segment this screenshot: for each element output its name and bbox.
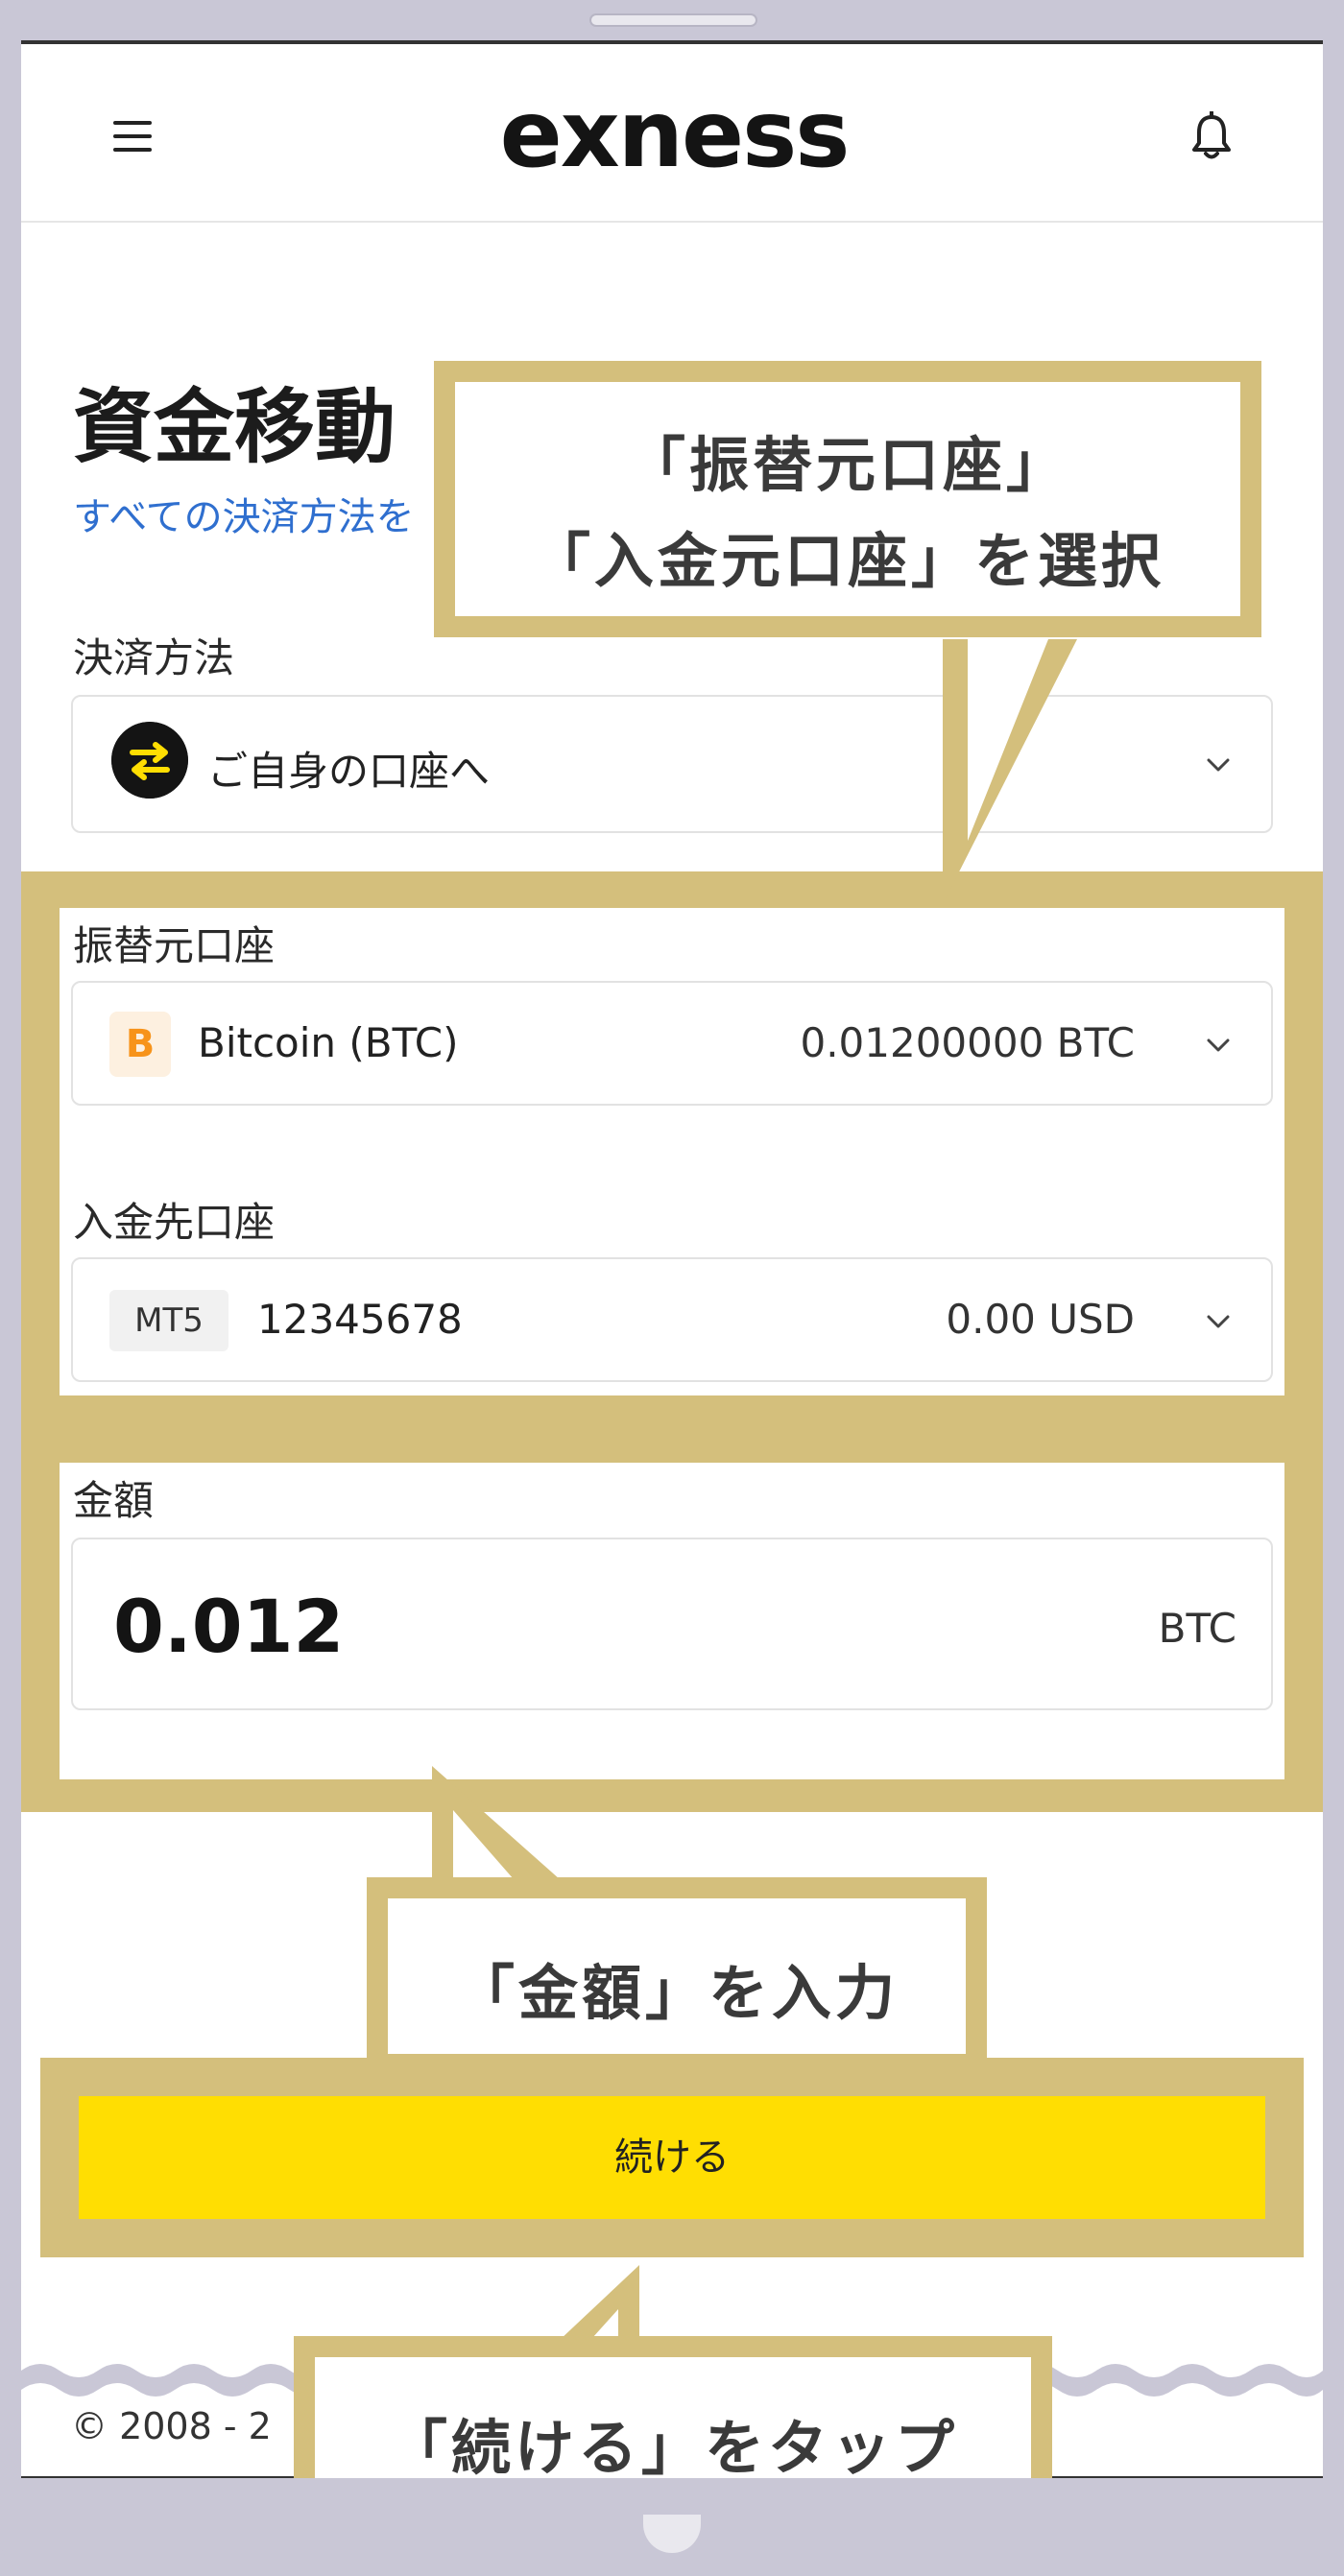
hamburger-menu-icon[interactable] (113, 121, 152, 152)
payment-method-value: ご自身の口座へ (207, 748, 491, 795)
callout-text-tap: 「続ける」をタップ (387, 2413, 958, 2478)
callout-pointer (943, 639, 1077, 904)
from-account-select[interactable]: B Bitcoin (BTC) 0.01200000 BTC (71, 981, 1273, 1106)
to-account-balance: 0.00 USD (946, 1296, 1135, 1343)
app-screen: exness 資金移動 すべての決済方法を 決済方法 ご自身の口座へ 振替元口座… (21, 40, 1323, 2478)
exness-logo[interactable]: exness (472, 86, 876, 182)
app-header: exness (21, 44, 1323, 223)
phone-home-button (643, 2515, 701, 2553)
callout-pointer (432, 1766, 568, 1887)
enter-amount-callout: 「金額」を入力 (367, 1877, 987, 2075)
chevron-down-icon (1207, 1038, 1230, 1052)
payment-method-label: 決済方法 (73, 634, 235, 681)
select-accounts-callout: 「振替元口座」 「入金元口座」を選択 (434, 361, 1261, 637)
callout-text-amount: 「金額」を入力 (454, 1958, 899, 2028)
all-payment-methods-link[interactable]: すべての決済方法を (73, 486, 415, 541)
tap-continue-callout: 「続ける」をタップ (294, 2336, 1052, 2478)
copyright-text: © 2008 - 2 (71, 2405, 272, 2447)
amount-value: 0.012 (113, 1584, 345, 1669)
from-account-name: Bitcoin (BTC) (198, 1019, 459, 1066)
callout-text-line2: 「入金元口座」を選択 (530, 526, 1164, 596)
to-account-label: 入金先口座 (73, 1199, 276, 1246)
chevron-down-icon (1207, 758, 1230, 772)
bitcoin-icon: B (109, 1012, 171, 1077)
amount-label: 金額 (73, 1477, 155, 1524)
from-account-label: 振替元口座 (73, 922, 276, 969)
to-account-number: 12345678 (257, 1296, 463, 1343)
phone-speaker (589, 13, 757, 27)
from-account-balance: 0.01200000 BTC (800, 1019, 1135, 1066)
amount-input[interactable]: 0.012 BTC (71, 1538, 1273, 1710)
to-account-select[interactable]: MT5 12345678 0.00 USD (71, 1257, 1273, 1382)
callout-text-line1: 「振替元口座」 (625, 430, 1069, 500)
mt5-badge: MT5 (109, 1290, 228, 1351)
page-title: 資金移動 (73, 380, 396, 474)
transfer-arrows-icon (111, 722, 188, 799)
chevron-down-icon (1207, 1315, 1230, 1328)
phone-frame: exness 資金移動 すべての決済方法を 決済方法 ご自身の口座へ 振替元口座… (0, 0, 1344, 2576)
bell-icon[interactable] (1188, 111, 1235, 161)
continue-highlight-frame: 続ける (40, 2058, 1304, 2257)
continue-button[interactable]: 続ける (79, 2096, 1265, 2219)
amount-unit: BTC (1158, 1605, 1236, 1652)
